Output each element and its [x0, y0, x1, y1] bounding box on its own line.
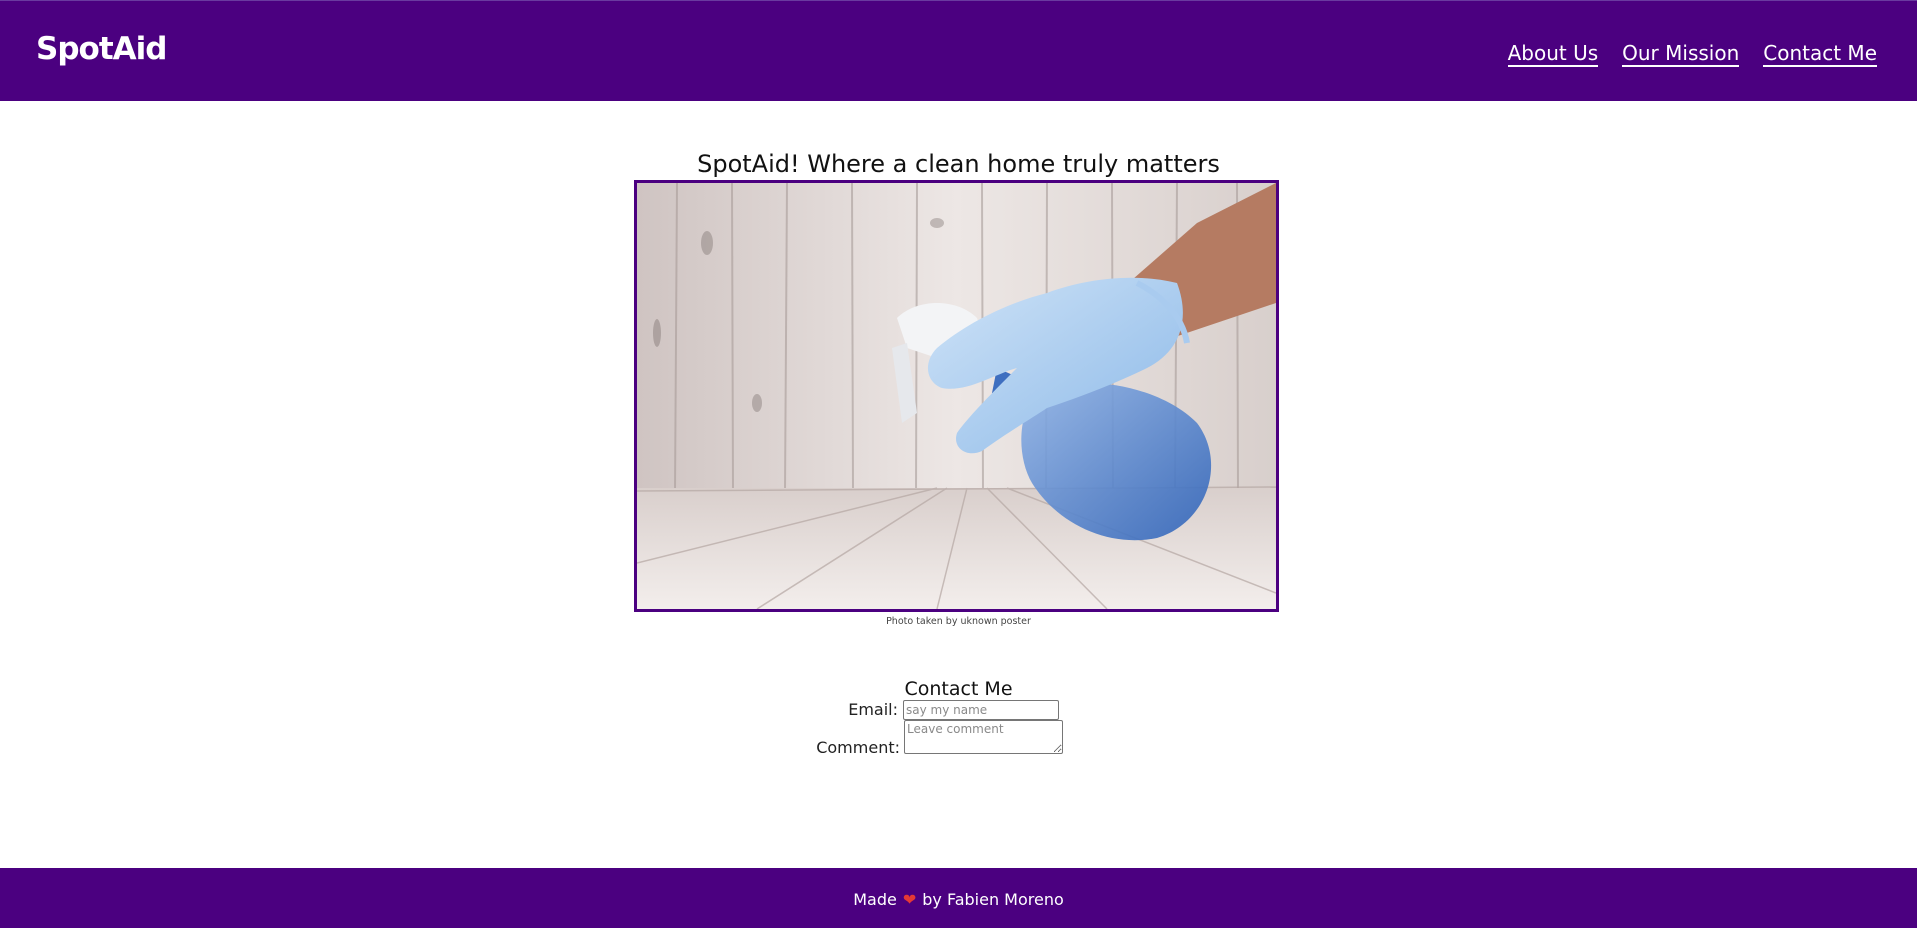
nav-link-about-us[interactable]: About Us — [1507, 41, 1599, 67]
nav-link-contact-me[interactable]: Contact Me — [1763, 41, 1877, 67]
nav-link-our-mission[interactable]: Our Mission — [1622, 41, 1740, 67]
site-header: SpotAid About Us Our Mission Contact Me — [0, 0, 1917, 101]
hero-photo — [634, 180, 1279, 612]
cleaning-spray-photo — [637, 183, 1276, 609]
email-field[interactable] — [903, 700, 1059, 720]
footer-author-text: by Fabien Moreno — [922, 890, 1064, 909]
page-title: SpotAid! Where a clean home truly matter… — [697, 150, 1220, 178]
photo-caption: Photo taken by uknown poster — [886, 616, 1031, 627]
comment-label: Comment: — [816, 738, 900, 757]
site-footer: Made ❤ by Fabien Moreno — [0, 868, 1917, 928]
comment-field[interactable] — [904, 720, 1063, 754]
footer-credit: Made ❤ by Fabien Moreno — [0, 890, 1917, 909]
site-logo[interactable]: SpotAid — [36, 31, 167, 67]
footer-made-text: Made — [853, 890, 897, 909]
email-label: Email: — [848, 700, 898, 719]
main-nav: About Us Our Mission Contact Me — [1507, 41, 1877, 67]
heart-icon: ❤ — [902, 890, 917, 909]
contact-heading: Contact Me — [904, 678, 1013, 700]
